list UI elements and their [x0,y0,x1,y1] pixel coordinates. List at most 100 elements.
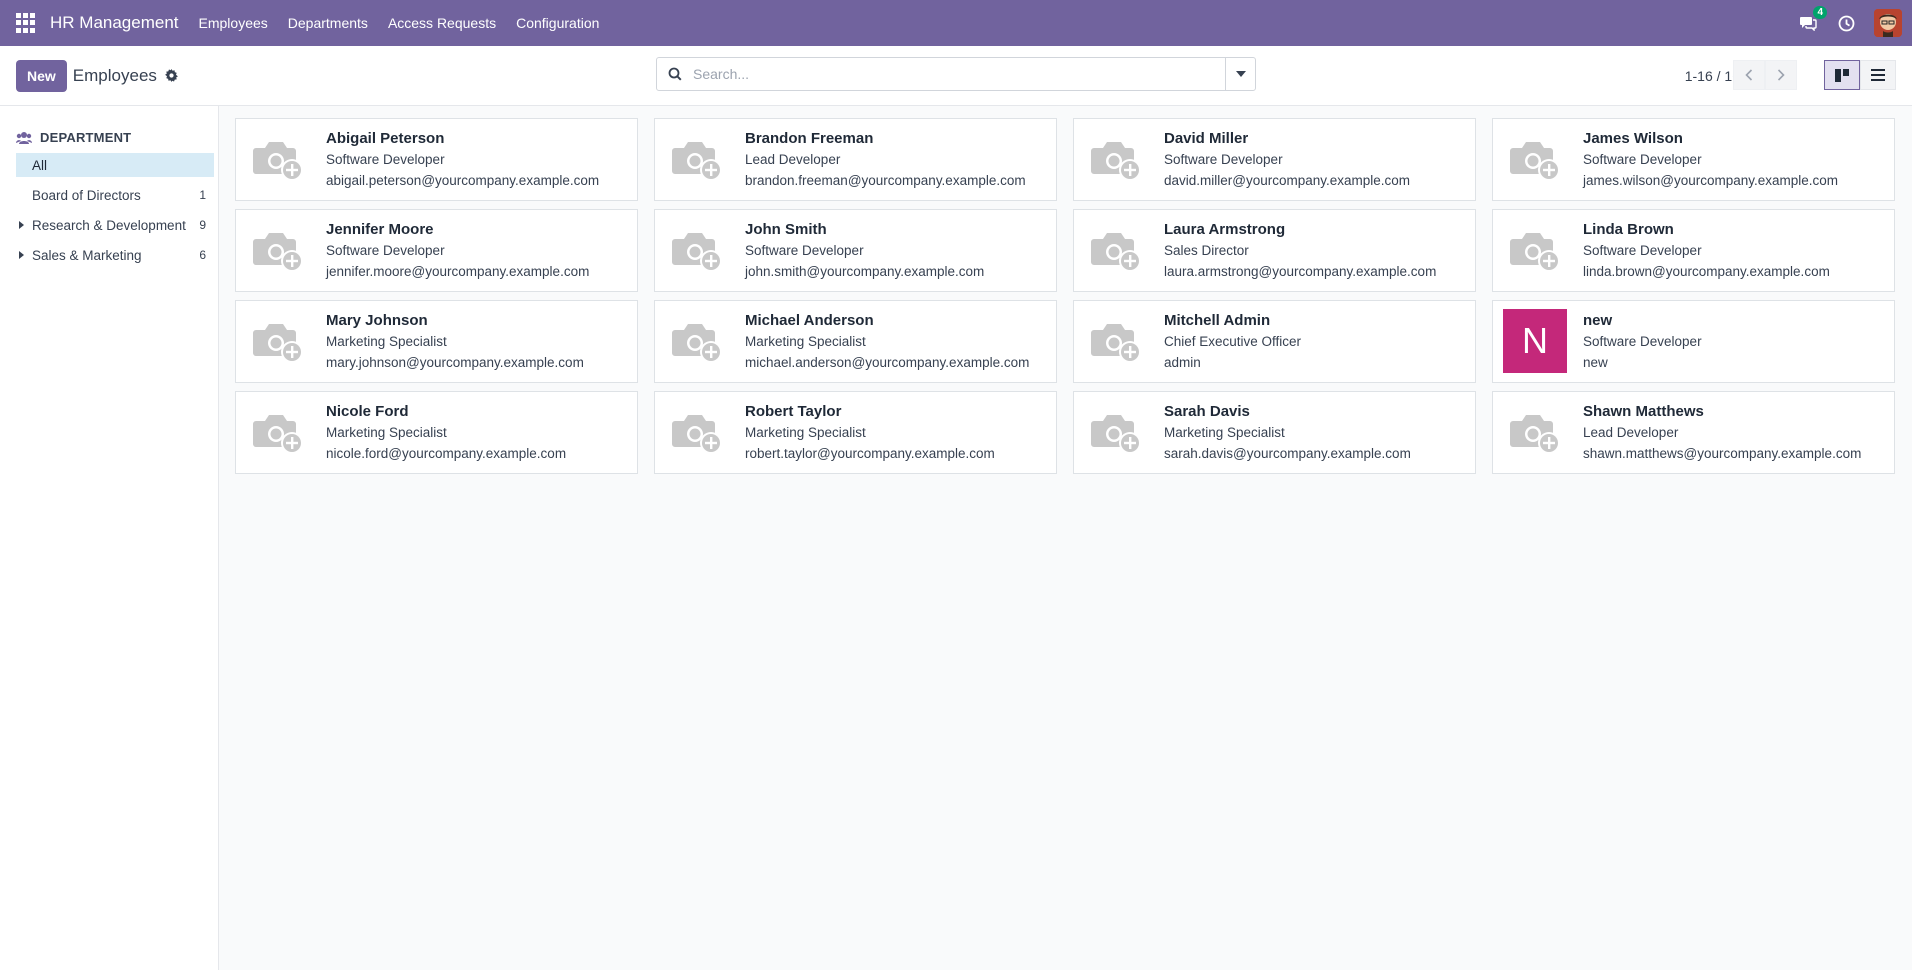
department-item-label: Board of Directors [32,187,141,203]
employee-info: Mary Johnson Marketing Specialist mary.joh… [326,309,584,374]
users-icon [16,131,32,144]
employee-name: Abigail Peterson [326,130,445,147]
department-item-label: All [32,157,48,173]
department-item-research-development[interactable]: Research & Development 9 [16,213,214,237]
messages-badge: 4 [1813,6,1827,19]
employee-info: Brandon Freeman Lead Developer brandon.fre… [745,127,1026,192]
chevron-left-icon [1745,69,1753,81]
control-panel: New Employees 1-16 / 16 [0,46,1912,106]
apps-menu-icon[interactable] [16,13,36,33]
employee-card[interactable]: Shawn Matthews Lead Developer shawn.matthe… [1492,391,1895,474]
pager-value[interactable]: 1-16 / 16 [1685,46,1740,106]
department-item-count: 1 [199,188,206,202]
employee-job-title: Sales Director [1164,243,1249,258]
employee-card[interactable]: Linda Brown Software Developer linda.brown… [1492,209,1895,292]
app-brand[interactable]: HR Management [50,13,179,33]
employee-job-title: Marketing Specialist [326,425,447,440]
pager-next-button[interactable] [1765,60,1797,90]
employee-card[interactable]: Jennifer Moore Software Developer jennifer… [235,209,638,292]
employee-job-title: Software Developer [1583,243,1702,258]
caret-right-icon[interactable] [19,251,24,259]
messages-icon[interactable]: 4 [1798,6,1827,33]
employee-name: new [1583,312,1613,329]
employee-info: Linda Brown Software Developer linda.brown… [1583,218,1830,283]
menu-access-requests[interactable]: Access Requests [388,15,496,31]
department-item-sales-marketing[interactable]: Sales & Marketing 6 [16,243,214,267]
employee-card[interactable]: John Smith Software Developer john.smith@y… [654,209,1057,292]
employee-info: Sarah Davis Marketing Specialist sarah.dav… [1164,400,1411,465]
employee-info: new Software Developer new [1583,309,1702,374]
page-title: Employees [72,65,157,85]
caret-down-icon [1235,71,1246,77]
employee-card[interactable]: David Miller Software Developer david.mill… [1073,118,1476,201]
employee-info: Robert Taylor Marketing Specialist robert.… [745,400,995,465]
new-button[interactable]: New [16,59,67,92]
pager-previous-button[interactable] [1733,60,1765,90]
employee-card[interactable]: Abigail Peterson Software Developer abigai… [235,118,638,201]
camera-placeholder-icon [246,309,310,373]
employee-card[interactable]: Sarah Davis Marketing Specialist sarah.dav… [1073,391,1476,474]
employee-job-title: Marketing Specialist [745,425,866,440]
employee-email: michael.anderson@yourcompany.example.com [745,355,1030,370]
employee-avatar-initial: N [1503,309,1567,373]
employee-name: Mitchell Admin [1164,312,1271,329]
employee-card[interactable]: Robert Taylor Marketing Specialist robert.… [654,391,1057,474]
employee-email: abigail.peterson@yourcompany.example.com [326,173,600,188]
employee-card[interactable]: Brandon Freeman Lead Developer brandon.fre… [654,118,1057,201]
employee-name: Robert Taylor [745,403,842,420]
employee-email: david.miller@yourcompany.example.com [1164,173,1411,188]
employee-job-title: Software Developer [1164,152,1283,167]
camera-placeholder-icon [1084,309,1148,373]
employee-job-title: Lead Developer [1583,425,1679,440]
employee-job-title: Marketing Specialist [326,334,447,349]
employee-name: James Wilson [1583,130,1683,147]
employee-card[interactable]: Nnew Software Developer new [1492,300,1895,383]
user-avatar[interactable] [1874,9,1902,37]
department-header-label: DEPARTMENT [40,130,132,145]
employee-job-title: Software Developer [745,243,864,258]
kanban-view-button[interactable] [1824,60,1860,90]
menu-configuration[interactable]: Configuration [516,15,599,31]
employee-info: Abigail Peterson Software Developer abigai… [326,127,599,192]
employee-info: Nicole Ford Marketing Specialist nicole.fo… [326,400,566,465]
camera-placeholder-icon [1084,127,1148,191]
employee-job-title: Chief Executive Officer [1164,334,1302,349]
employee-card[interactable]: Nicole Ford Marketing Specialist nicole.fo… [235,391,638,474]
employee-job-title: Software Developer [326,152,445,167]
menu-employees[interactable]: Employees [199,15,268,31]
employee-job-title: Software Developer [326,243,445,258]
search-options-toggle[interactable] [1225,58,1255,90]
employee-email: laura.armstrong@yourcompany.example.com [1164,264,1437,279]
department-item-board-of-directors[interactable]: Board of Directors 1 [16,183,214,207]
search-icon [657,67,693,81]
employee-email: nicole.ford@yourcompany.example.com [326,446,567,461]
department-item-all[interactable]: All [16,153,214,177]
search-input[interactable] [693,58,1225,90]
employee-name: Mary Johnson [326,312,428,329]
employee-name: David Miller [1164,130,1249,147]
employee-job-title: Software Developer [1583,152,1702,167]
employee-info: Jennifer Moore Software Developer jennifer… [326,218,589,283]
caret-right-icon[interactable] [19,221,24,229]
employee-card[interactable]: James Wilson Software Developer james.wils… [1492,118,1895,201]
activity-clock-icon[interactable] [1836,13,1856,33]
employee-card[interactable]: Michael Anderson Marketing Specialist mich… [654,300,1057,383]
employee-email: brandon.freeman@yourcompany.example.com [745,173,1026,188]
list-view-button[interactable] [1860,60,1896,90]
camera-placeholder-icon [1084,400,1148,464]
employee-card[interactable]: Mitchell Admin Chief Executive Officer adm… [1073,300,1476,383]
employee-info: Laura Armstrong Sales Director laura.armst… [1164,218,1436,283]
employee-info: David Miller Software Developer david.mill… [1164,127,1410,192]
employee-email: linda.brown@yourcompany.example.com [1583,264,1830,279]
employee-name: Jennifer Moore [326,221,434,238]
gear-icon[interactable] [164,69,178,82]
employee-card[interactable]: Mary Johnson Marketing Specialist mary.joh… [235,300,638,383]
chevron-right-icon [1777,69,1785,81]
employee-job-title: Lead Developer [745,152,841,167]
employee-email: james.wilson@yourcompany.example.com [1583,173,1839,188]
employee-name: Michael Anderson [745,312,874,329]
employee-name: Shawn Matthews [1583,403,1704,420]
menu-departments[interactable]: Departments [288,15,368,31]
camera-placeholder-icon [1503,218,1567,282]
employee-card[interactable]: Laura Armstrong Sales Director laura.armst… [1073,209,1476,292]
